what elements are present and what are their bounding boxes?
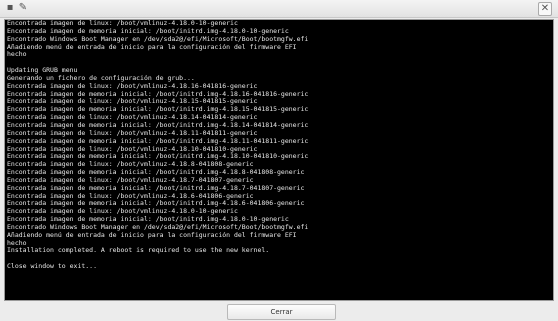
window-menu-icon[interactable]: ▪ (4, 2, 16, 14)
terminal-output[interactable]: Encontrada imagen de linux: /boot/vmlinu… (5, 20, 553, 300)
terminal-line: Installation completed. A reboot is requ… (7, 246, 270, 255)
terminal-line: Añadiendo menú de entrada de inicio para… (7, 230, 297, 239)
window-titlebar: ▪ ✎ ✕ (0, 0, 558, 18)
terminal-line: Añadiendo menú de entrada de inicio para… (7, 42, 297, 51)
terminal-line: hecho (7, 50, 27, 59)
close-button[interactable]: Cerrar (227, 304, 336, 320)
close-icon[interactable]: ✕ (538, 2, 552, 16)
terminal-frame: Encontrada imagen de linux: /boot/vmlinu… (4, 19, 554, 301)
pin-icon[interactable]: ✎ (17, 2, 29, 14)
terminal-line: Close window to exit... (7, 262, 98, 271)
